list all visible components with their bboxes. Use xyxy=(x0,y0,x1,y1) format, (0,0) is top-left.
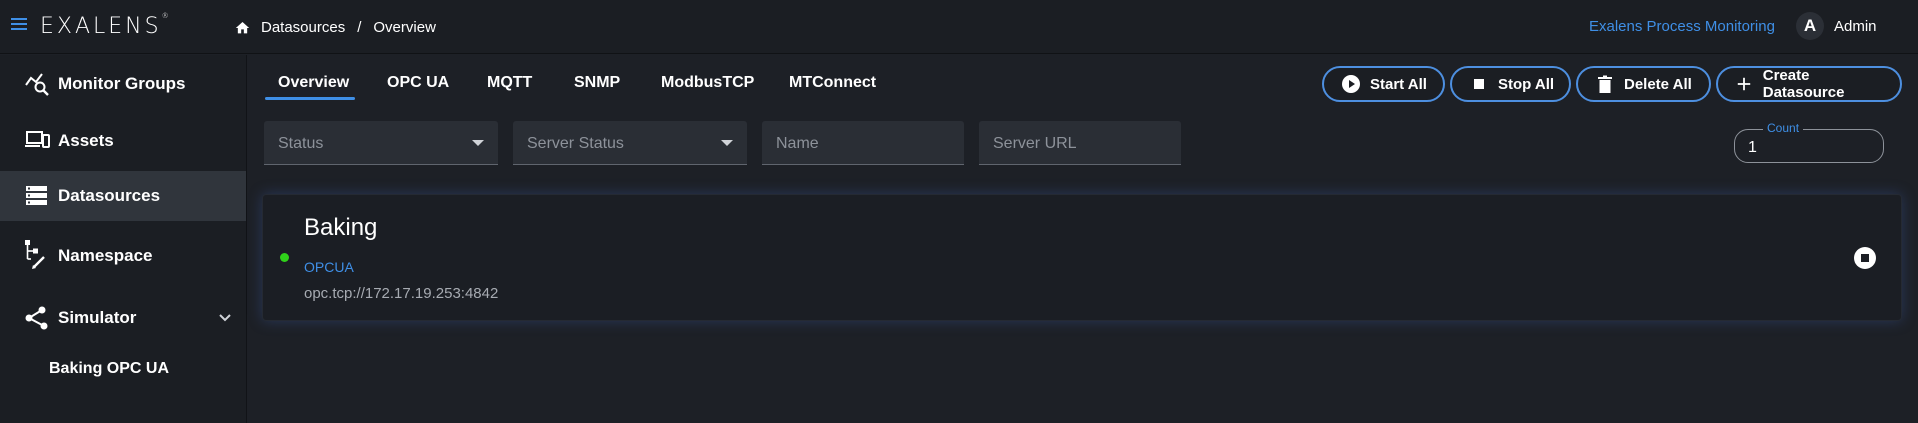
sidebar: Monitor Groups Assets Datasources Namesp… xyxy=(0,55,247,423)
tab-modbustcp[interactable]: ModbusTCP xyxy=(661,74,754,92)
storage-icon xyxy=(26,186,47,205)
tree-edit-icon xyxy=(25,240,45,269)
stop-all-button[interactable]: Stop All xyxy=(1450,66,1571,102)
caret-down-icon xyxy=(472,140,484,146)
tab-opc-ua[interactable]: OPC UA xyxy=(387,74,449,92)
sidebar-item-label: Monitor Groups xyxy=(58,74,186,93)
status-indicator xyxy=(280,253,289,262)
tab-mtconnect[interactable]: MTConnect xyxy=(789,74,876,92)
plus-icon xyxy=(1736,75,1753,93)
monitor-groups-icon xyxy=(25,73,49,96)
datasource-name: Baking xyxy=(304,214,378,241)
datasource-card[interactable]: Baking OPCUA opc.tcp://172.17.19.253:484… xyxy=(262,194,1902,321)
user-menu[interactable]: A Admin xyxy=(1796,12,1877,40)
count-label: Count xyxy=(1763,121,1804,135)
sidebar-item-label: Namespace xyxy=(58,246,153,265)
stop-icon xyxy=(1861,254,1869,262)
start-all-label: Start All xyxy=(1370,75,1427,93)
sidebar-item-label: Simulator xyxy=(58,308,137,327)
breadcrumb-datasources[interactable]: Datasources xyxy=(261,19,345,36)
name-placeholder: Name xyxy=(776,135,819,152)
share-icon xyxy=(25,306,48,330)
registered-mark: ® xyxy=(161,12,169,20)
delete-all-label: Delete All xyxy=(1624,75,1692,93)
sidebar-item-label: Assets xyxy=(58,131,114,150)
status-placeholder: Status xyxy=(278,135,324,152)
user-name: Admin xyxy=(1834,17,1877,35)
play-circle-icon xyxy=(1342,75,1360,93)
logo-text: EXALENS xyxy=(40,14,162,39)
avatar: A xyxy=(1796,12,1824,40)
breadcrumb: Datasources / Overview xyxy=(234,19,436,36)
breadcrumb-separator: / xyxy=(357,19,362,36)
sidebar-subitem-baking-opc-ua[interactable]: Baking OPC UA xyxy=(49,360,169,378)
home-icon[interactable] xyxy=(234,20,251,36)
stop-all-label: Stop All xyxy=(1498,75,1555,93)
top-bar: EXALENS® Datasources / Overview Exalens … xyxy=(0,0,1918,54)
sidebar-item-datasources[interactable]: Datasources xyxy=(0,171,246,221)
active-tab-indicator xyxy=(265,97,355,100)
sidebar-item-label: Datasources xyxy=(58,186,161,205)
sidebar-item-namespace[interactable]: Namespace xyxy=(0,231,246,281)
datasource-url: opc.tcp://172.17.19.253:4842 xyxy=(304,285,499,302)
start-all-button[interactable]: Start All xyxy=(1322,66,1445,102)
logo: EXALENS® xyxy=(40,12,169,39)
devices-icon xyxy=(25,131,50,148)
server-status-placeholder: Server Status xyxy=(527,135,624,152)
server-url-placeholder: Server URL xyxy=(993,135,1077,152)
sidebar-item-monitor-groups[interactable]: Monitor Groups xyxy=(0,59,246,109)
count-value: 1 xyxy=(1748,139,1757,156)
count-field[interactable]: Count 1 xyxy=(1734,121,1884,163)
caret-down-icon xyxy=(721,140,733,146)
delete-all-button[interactable]: Delete All xyxy=(1576,66,1711,102)
server-status-select[interactable]: Server Status xyxy=(513,121,747,165)
app-link[interactable]: Exalens Process Monitoring xyxy=(1589,18,1775,35)
tab-mqtt[interactable]: MQTT xyxy=(487,74,532,92)
tab-snmp[interactable]: SNMP xyxy=(574,74,620,92)
create-datasource-label: Create Datasource xyxy=(1762,67,1845,101)
datasource-type: OPCUA xyxy=(304,259,354,275)
create-datasource-button[interactable]: Create Datasource xyxy=(1716,66,1902,102)
breadcrumb-overview: Overview xyxy=(373,19,436,36)
stop-datasource-button[interactable] xyxy=(1854,247,1876,269)
sidebar-item-simulator[interactable]: Simulator xyxy=(0,293,246,343)
status-select[interactable]: Status xyxy=(264,121,498,165)
name-input[interactable]: Name xyxy=(762,121,964,165)
server-url-input[interactable]: Server URL xyxy=(979,121,1181,165)
menu-icon[interactable] xyxy=(11,18,27,32)
sidebar-item-assets[interactable]: Assets xyxy=(0,116,246,166)
stop-icon xyxy=(1470,75,1488,93)
tab-overview[interactable]: Overview xyxy=(278,74,349,92)
trash-icon xyxy=(1596,75,1614,93)
chevron-down-icon[interactable] xyxy=(218,311,232,325)
